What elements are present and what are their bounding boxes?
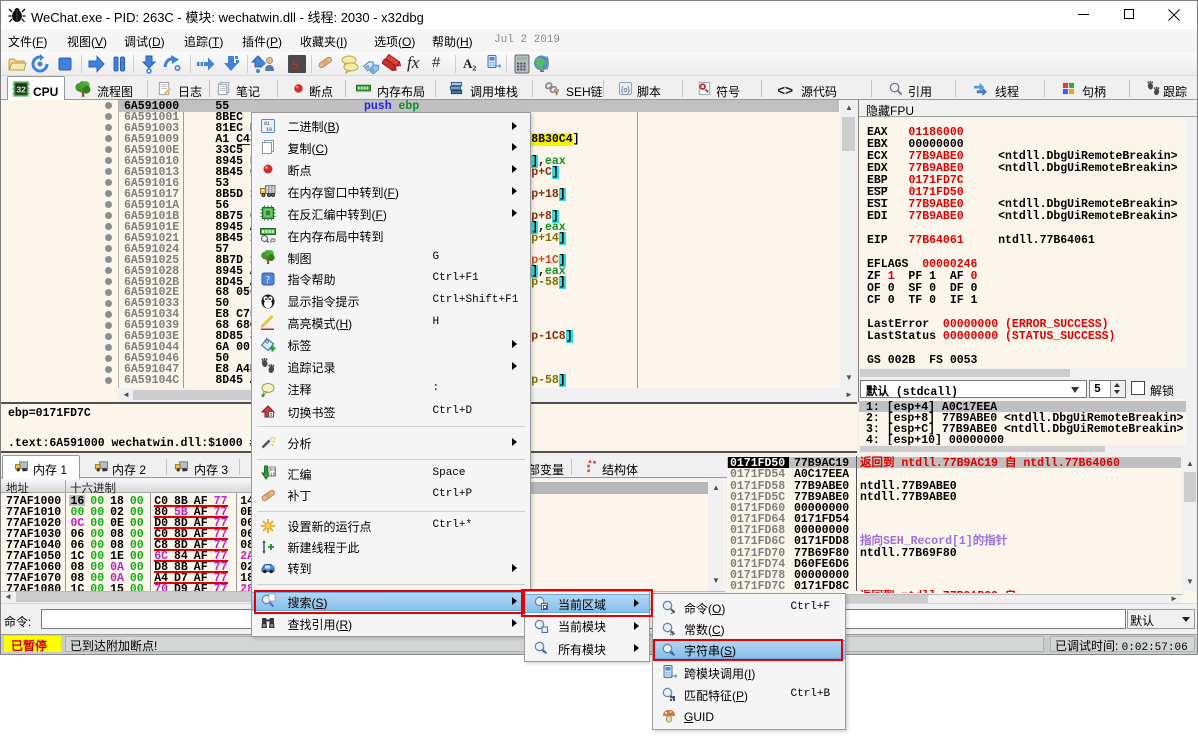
svg-text:S: S [292, 57, 299, 72]
svg-text:{o}: {o} [621, 84, 631, 95]
svg-text:?: ? [265, 275, 270, 286]
svg-text:@: @ [269, 235, 276, 244]
svg-text:<>: <> [778, 81, 793, 98]
svg-text:*: * [542, 648, 545, 656]
svg-text:32: 32 [17, 83, 27, 95]
svg-text:!: ! [555, 90, 556, 96]
svg-text:n: n [269, 411, 272, 418]
svg-text:10: 10 [270, 472, 276, 478]
svg-text:#: # [670, 629, 674, 637]
svg-text:10: 10 [266, 127, 272, 133]
svg-text:>: > [670, 607, 675, 616]
